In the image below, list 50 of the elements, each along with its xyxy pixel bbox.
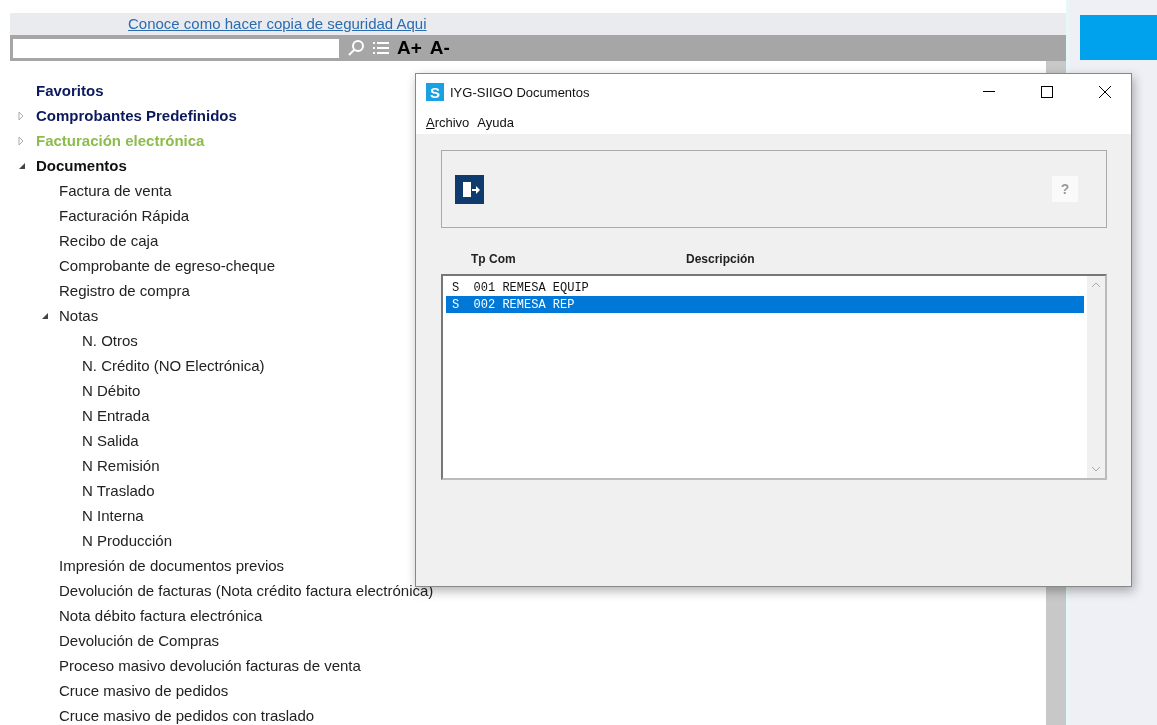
app-icon: S: [426, 83, 444, 101]
column-header: Descripción: [686, 252, 756, 266]
window-title: IYG-SIIGO Documentos: [450, 84, 591, 100]
tree-item[interactable]: N Débito: [82, 382, 141, 399]
list-icon[interactable]: [373, 41, 389, 55]
tile[interactable]: [1080, 15, 1157, 60]
scrollbar[interactable]: [1087, 276, 1105, 478]
tree-item[interactable]: Registro de compra: [59, 282, 190, 299]
tree-item[interactable]: Cruce masivo de pedidos con traslado: [59, 707, 315, 724]
tree-item[interactable]: Comprobantes Predefinidos: [36, 107, 237, 124]
font-decrease-button[interactable]: A-: [429, 37, 450, 59]
list-item[interactable]: S 001 REMESA EQUIP: [446, 279, 1084, 296]
search-icon[interactable]: [347, 39, 365, 57]
tree-item[interactable]: Devolución de Compras: [59, 632, 220, 649]
tree-item[interactable]: Documentos: [36, 157, 127, 174]
menu-item[interactable]: Archivo: [426, 114, 470, 130]
tree-item[interactable]: N. Crédito (NO Electrónica): [82, 357, 265, 374]
tree-item[interactable]: Factura de venta: [59, 182, 172, 199]
tree-item[interactable]: N Interna: [82, 507, 144, 524]
list-item[interactable]: S 002 REMESA REP: [446, 296, 1084, 313]
column-header: Tp Com: [471, 252, 517, 266]
scroll-down-icon[interactable]: [1091, 466, 1101, 472]
exit-icon[interactable]: [455, 174, 484, 204]
collapse-icon[interactable]: [41, 311, 49, 320]
tree-item[interactable]: N Producción: [82, 532, 173, 549]
collapse-icon[interactable]: [18, 161, 26, 170]
tree-item[interactable]: Favoritos: [36, 82, 104, 99]
tree-item[interactable]: Impresión de documentos previos: [59, 557, 285, 574]
tree-item[interactable]: Nota débito factura electrónica: [59, 607, 263, 624]
expand-icon[interactable]: [18, 135, 24, 146]
tree-item[interactable]: N Traslado: [82, 482, 155, 499]
tree-item[interactable]: N Remisión: [82, 457, 160, 474]
tree-item[interactable]: N Salida: [82, 432, 139, 449]
tree-item[interactable]: Cruce masivo de pedidos: [59, 682, 229, 699]
tree-item[interactable]: Facturación Rápida: [59, 207, 190, 224]
tree-item[interactable]: Comprobante de egreso-cheque: [59, 257, 275, 274]
scroll-up-icon[interactable]: [1091, 282, 1101, 288]
tree-item[interactable]: Notas: [59, 307, 99, 324]
menu-item[interactable]: Ayuda: [477, 114, 514, 130]
tree-item[interactable]: Devolución de facturas (Nota crédito factura electrónica): [59, 582, 434, 599]
close-icon[interactable]: [1099, 86, 1111, 98]
tree-item[interactable]: N Entrada: [82, 407, 150, 424]
minimize-icon[interactable]: [983, 91, 995, 93]
maximize-icon[interactable]: [1041, 86, 1053, 98]
tree-item[interactable]: Recibo de caja: [59, 232, 159, 249]
expand-icon[interactable]: [18, 110, 24, 121]
font-increase-button[interactable]: A+: [397, 37, 422, 59]
search-field[interactable]: [13, 38, 339, 58]
tree-item[interactable]: N. Otros: [82, 332, 138, 349]
tree-item[interactable]: Proceso masivo devolución facturas de venta: [59, 657, 361, 674]
